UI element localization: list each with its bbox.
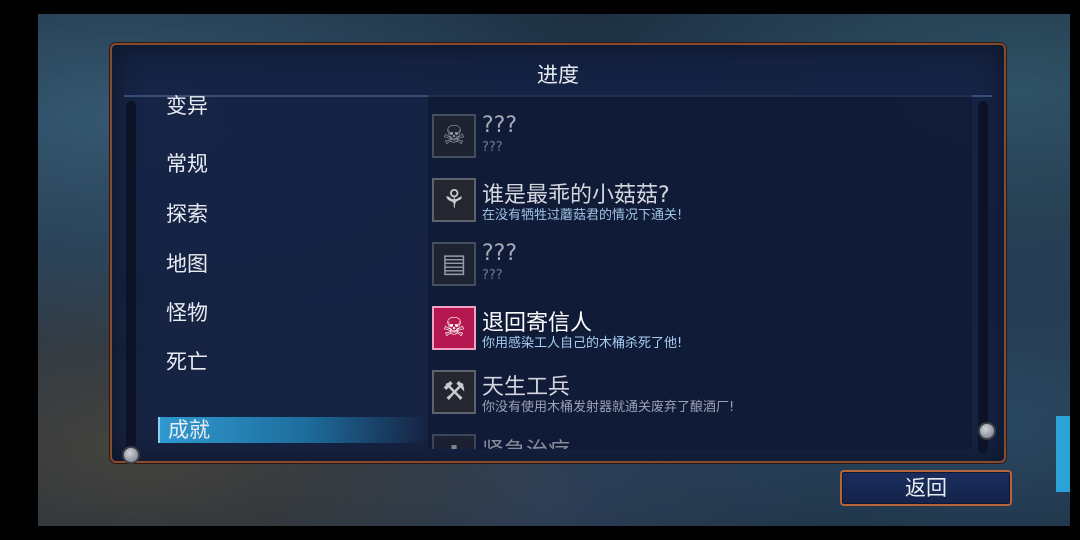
category-label: 死亡 (166, 350, 208, 374)
achievement-title: ??? (482, 241, 518, 266)
edge-accent (1056, 416, 1070, 492)
skull-cog-icon: ☠ (432, 114, 476, 158)
heal-icon: ✚ (432, 434, 476, 449)
category-general[interactable]: 常规 (158, 151, 428, 177)
achievement-title: 紧急治疗 (482, 433, 570, 449)
achievement-scrollbar[interactable] (978, 101, 988, 453)
skull-barrel-icon: ☠ (432, 306, 476, 350)
achievement-desc: 你没有使用木桶发射器就通关废弃了酿酒厂! (482, 400, 735, 415)
category-scroll-knob[interactable] (122, 446, 140, 464)
progress-panel: 进度 变异 常规 探索 地图 怪物 死亡 成就 ☠ ??? ??? ⚘ 谁是最乖… (110, 43, 1006, 464)
achievement-row[interactable]: ☠ 退回寄信人 你用感染工人自己的木桶杀死了他! (428, 297, 972, 357)
achievement-list: ☠ ??? ??? ⚘ 谁是最乖的小菇菇? 在没有牺牲过蘑菇君的情况下通关! ▤… (428, 95, 972, 449)
achievement-row[interactable]: ✚ 紧急治疗 (428, 425, 972, 449)
category-label: 地图 (166, 252, 208, 276)
category-label: 变异 (166, 94, 208, 118)
category-exploration[interactable]: 探索 (158, 201, 428, 227)
back-button[interactable]: 返回 (840, 470, 1012, 506)
achievement-desc: ??? (482, 268, 503, 283)
category-map[interactable]: 地图 (158, 251, 428, 277)
scroll-icon: ▤ (432, 242, 476, 286)
category-deaths[interactable]: 死亡 (158, 349, 428, 375)
category-label: 怪物 (166, 301, 208, 325)
category-mutations[interactable]: 变异 (158, 93, 428, 119)
category-label: 探索 (166, 202, 208, 226)
achievement-scroll-knob[interactable] (978, 422, 996, 440)
category-list: 变异 常规 探索 地图 怪物 死亡 成就 (158, 93, 428, 448)
achievement-desc: 在没有牺牲过蘑菇君的情况下通关! (482, 208, 683, 223)
achievement-desc: ??? (482, 140, 503, 155)
wrench-icon: ⚒ (432, 370, 476, 414)
achievement-desc: 你用感染工人自己的木桶杀死了他! (482, 336, 683, 351)
achievement-row[interactable]: ☠ ??? ??? (428, 105, 972, 165)
category-label: 常规 (166, 152, 208, 176)
category-scrollbar[interactable] (126, 101, 136, 453)
achievement-row[interactable]: ⚒ 天生工兵 你没有使用木桶发射器就通关废弃了酿酒厂! (428, 361, 972, 421)
mushroom-icon: ⚘ (432, 178, 476, 222)
achievement-title: ??? (482, 113, 518, 138)
category-monsters[interactable]: 怪物 (158, 300, 428, 326)
achievement-row[interactable]: ⚘ 谁是最乖的小菇菇? 在没有牺牲过蘑菇君的情况下通关! (428, 169, 972, 229)
category-achievements[interactable]: 成就 (158, 417, 428, 443)
achievement-row[interactable]: ▤ ??? ??? (428, 233, 972, 293)
category-label: 成就 (168, 418, 210, 442)
panel-title: 进度 (537, 63, 579, 87)
